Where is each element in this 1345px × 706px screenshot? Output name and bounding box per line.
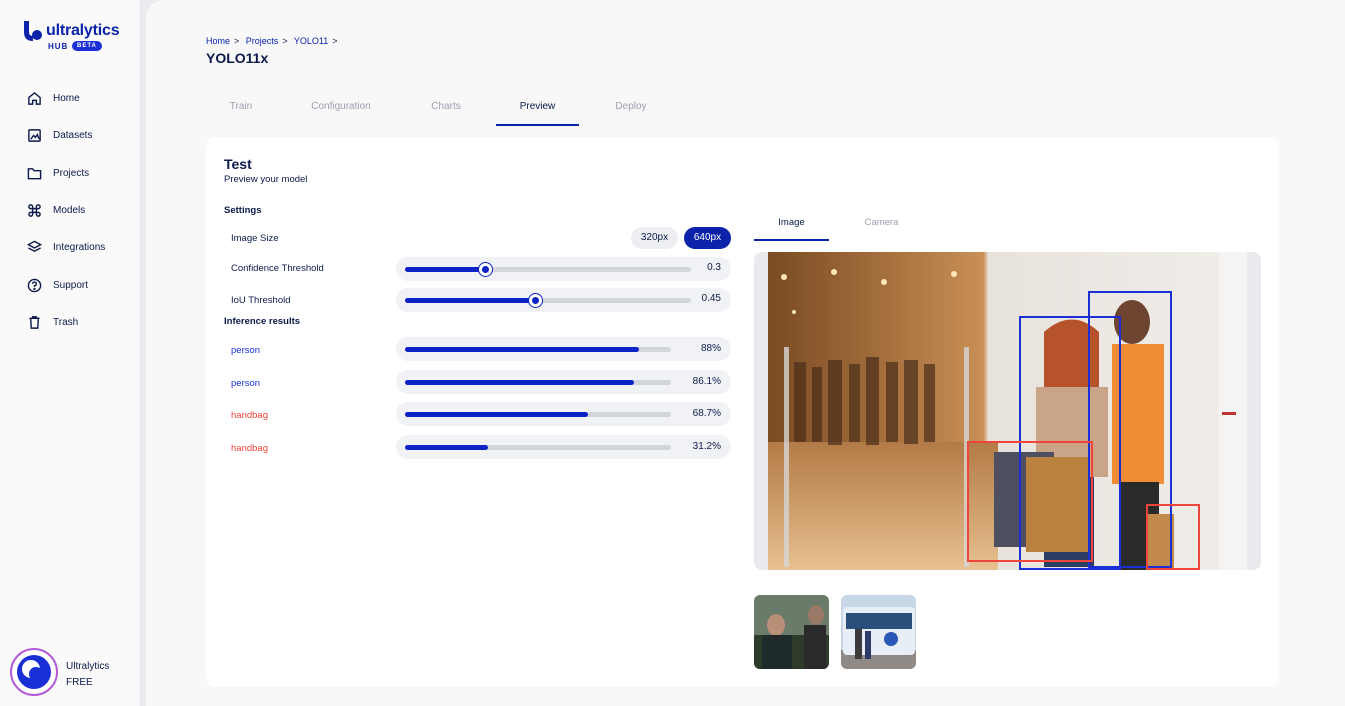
breadcrumb-separator: >	[234, 36, 240, 46]
confidence-label: Confidence Threshold	[231, 263, 324, 274]
tab-deploy[interactable]: Deploy	[591, 92, 671, 126]
sidebar-item-label: Support	[53, 279, 89, 291]
sidebar-item-label: Integrations	[53, 242, 106, 254]
result-fill	[405, 347, 639, 352]
logo-hub: HUB	[48, 42, 69, 51]
result-value: 88%	[700, 343, 721, 354]
card-title: Test	[224, 156, 252, 172]
breadcrumb-home[interactable]: Home	[206, 36, 230, 46]
sidebar-item-label: Projects	[53, 167, 90, 179]
result-value: 68.7%	[692, 408, 721, 419]
account-plan: FREE	[66, 677, 93, 688]
logo-mark-icon	[24, 21, 42, 41]
slider-track	[405, 263, 691, 276]
breadcrumb-projects[interactable]: Projects	[246, 36, 279, 46]
inference-label: Inference results	[224, 316, 301, 327]
sample-thumbnail[interactable]	[841, 595, 916, 669]
avatar	[10, 648, 58, 696]
folder-icon	[26, 165, 42, 181]
card-subtitle: Preview your model	[224, 174, 308, 185]
sidebar-item-integrations[interactable]: Integrations	[0, 229, 140, 266]
preview-image	[754, 252, 1261, 570]
beta-badge: BETA	[72, 41, 102, 51]
confidence-slider[interactable]: 0.3	[396, 257, 731, 281]
breadcrumb-separator: >	[282, 36, 288, 46]
result-track	[405, 380, 671, 385]
home-icon	[26, 91, 42, 107]
tab-preview[interactable]: Preview	[496, 92, 579, 126]
sidebar-nav: Home Datasets Projects Models Integratio…	[0, 80, 140, 341]
result-bar: 68.7%	[396, 402, 731, 426]
result-label: person	[231, 345, 261, 356]
result-track	[405, 412, 671, 417]
slider-thumb[interactable]	[529, 294, 542, 307]
slider-thumb[interactable]	[479, 263, 492, 276]
result-fill	[405, 412, 588, 417]
result-label: handbag	[231, 410, 268, 421]
result-fill	[405, 445, 488, 450]
tab-camera[interactable]: Camera	[844, 209, 919, 241]
confidence-value: 0.3	[707, 262, 721, 273]
result-track	[405, 445, 671, 450]
iou-slider[interactable]: 0.45	[396, 288, 731, 312]
iou-value: 0.45	[701, 293, 721, 304]
main-panel: Home > Projects > YOLO11 > YOLO11x Train Co…	[146, 0, 1345, 706]
slider-track	[405, 294, 691, 307]
sidebar-item-label: Datasets	[53, 130, 93, 142]
command-icon	[26, 203, 42, 219]
slider-fill	[405, 298, 535, 303]
breadcrumb: Home > Projects > YOLO11 >	[206, 36, 342, 46]
result-value: 86.1%	[692, 376, 721, 387]
result-bar: 86.1%	[396, 370, 731, 394]
result-bar: 31.2%	[396, 435, 731, 459]
result-track	[405, 347, 671, 352]
sidebar-item-label: Trash	[53, 316, 79, 328]
settings-label: Settings	[224, 205, 262, 216]
image-size-label: Image Size	[231, 233, 279, 244]
account-name: Ultralytics	[66, 661, 110, 672]
breadcrumb-separator: >	[332, 36, 338, 46]
sidebar-item-projects[interactable]: Projects	[0, 155, 140, 192]
sidebar-item-datasets[interactable]: Datasets	[0, 117, 140, 154]
tab-charts[interactable]: Charts	[406, 92, 486, 126]
sidebar-item-models[interactable]: Models	[0, 192, 140, 229]
sidebar-item-trash[interactable]: Trash	[0, 304, 140, 341]
page-title: YOLO11x	[206, 50, 269, 66]
account-menu[interactable]: Ultralytics FREE	[10, 648, 135, 698]
sample-thumbnail[interactable]	[754, 595, 829, 669]
result-value: 31.2%	[692, 441, 721, 452]
iou-label: IoU Threshold	[231, 295, 291, 306]
sidebar-item-label: Home	[53, 93, 80, 105]
sidebar-item-label: Models	[53, 205, 86, 217]
slider-fill	[405, 267, 485, 272]
help-circle-icon	[26, 277, 42, 293]
logo-wordmark: ultralytics	[46, 22, 120, 39]
sidebar-item-support[interactable]: Support	[0, 266, 140, 303]
tab-configuration[interactable]: Configuration	[296, 92, 386, 126]
result-label: handbag	[231, 443, 268, 454]
test-card: Test Preview your model Settings Image S…	[206, 137, 1279, 687]
tab-image[interactable]: Image	[754, 209, 829, 241]
layers-icon	[26, 240, 42, 256]
result-fill	[405, 380, 634, 385]
size-640-button[interactable]: 640px	[684, 227, 731, 249]
image-icon	[26, 128, 42, 144]
result-label: person	[231, 378, 261, 389]
result-bar: 88%	[396, 337, 731, 361]
size-320-button[interactable]: 320px	[631, 227, 678, 249]
sidebar-item-home[interactable]: Home	[0, 80, 140, 117]
tab-train[interactable]: Train	[206, 92, 276, 126]
breadcrumb-project[interactable]: YOLO11	[294, 36, 328, 46]
sidebar: ultralytics HUB BETA Home Datasets Proje…	[0, 0, 140, 706]
store-scene	[768, 252, 1247, 570]
trash-icon	[26, 314, 42, 330]
